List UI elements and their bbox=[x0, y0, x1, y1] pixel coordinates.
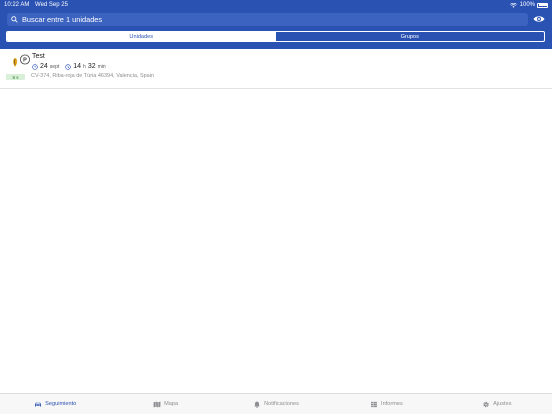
segment-unidades[interactable]: Unidades bbox=[7, 32, 276, 41]
search-input[interactable]: Buscar entre 1 unidades bbox=[7, 13, 528, 26]
duration-minutes-unit: min bbox=[97, 63, 106, 70]
gear-icon bbox=[483, 401, 489, 407]
unit-list-item[interactable]: P Test 24 sept 14 h 32 min CV-374, Riba-… bbox=[0, 49, 552, 89]
tab-bar: Seguimiento Mapa Notificaciones Informes… bbox=[0, 393, 552, 414]
table-icon bbox=[371, 401, 377, 407]
battery-percent: 100% bbox=[519, 2, 535, 8]
tab-label: Informes bbox=[381, 401, 403, 407]
duration-minutes: 32 bbox=[87, 63, 96, 70]
tab-label: Notificaciones bbox=[264, 401, 299, 407]
tab-notificaciones[interactable]: Notificaciones bbox=[221, 394, 331, 414]
duration-hours: 14 bbox=[73, 63, 82, 70]
tab-label: Seguimiento bbox=[45, 401, 77, 407]
car-icon bbox=[35, 402, 42, 406]
unit-address: CV-374, Riba-roja de Túria 46394, Valenc… bbox=[31, 73, 155, 79]
app-screen: 10:22 AM Wed Sep 25 100% Buscar entre 1 … bbox=[0, 0, 552, 414]
tab-mapa[interactable]: Mapa bbox=[110, 394, 220, 414]
duration-hours-unit: h bbox=[83, 63, 86, 70]
eye-icon[interactable] bbox=[533, 14, 545, 24]
last-message-day: 24 bbox=[40, 63, 48, 70]
status-bar: 10:22 AM Wed Sep 25 100% bbox=[0, 0, 552, 10]
unit-name: Test bbox=[32, 53, 45, 60]
segment-grupos[interactable]: Grupos bbox=[276, 32, 545, 41]
timer-icon bbox=[65, 63, 71, 70]
segmented-control: Unidades Grupos bbox=[6, 31, 545, 42]
search-icon bbox=[11, 16, 18, 23]
header: 10:22 AM Wed Sep 25 100% Buscar entre 1 … bbox=[0, 0, 552, 49]
bell-icon bbox=[254, 401, 260, 408]
unit-icon: P bbox=[13, 54, 31, 67]
tab-ajustes[interactable]: Ajustes bbox=[442, 394, 552, 414]
tab-seguimiento[interactable]: Seguimiento bbox=[0, 394, 110, 414]
last-message-month: sept bbox=[49, 63, 60, 70]
wifi-icon bbox=[509, 2, 517, 8]
svg-text:P: P bbox=[23, 58, 27, 64]
map-icon bbox=[153, 401, 161, 407]
status-date: Wed Sep 25 bbox=[35, 2, 68, 8]
tab-informes[interactable]: Informes bbox=[331, 394, 441, 414]
tab-label: Ajustes bbox=[493, 401, 512, 407]
unit-meta: 24 sept 14 h 32 min bbox=[32, 63, 112, 70]
battery-icon bbox=[537, 2, 548, 8]
status-time: 10:22 AM bbox=[4, 2, 30, 8]
search-placeholder: Buscar entre 1 unidades bbox=[22, 15, 103, 24]
calendar-clock-icon bbox=[32, 63, 38, 70]
tab-label: Mapa bbox=[164, 401, 179, 407]
last-update-badge: 8 s bbox=[6, 74, 25, 80]
